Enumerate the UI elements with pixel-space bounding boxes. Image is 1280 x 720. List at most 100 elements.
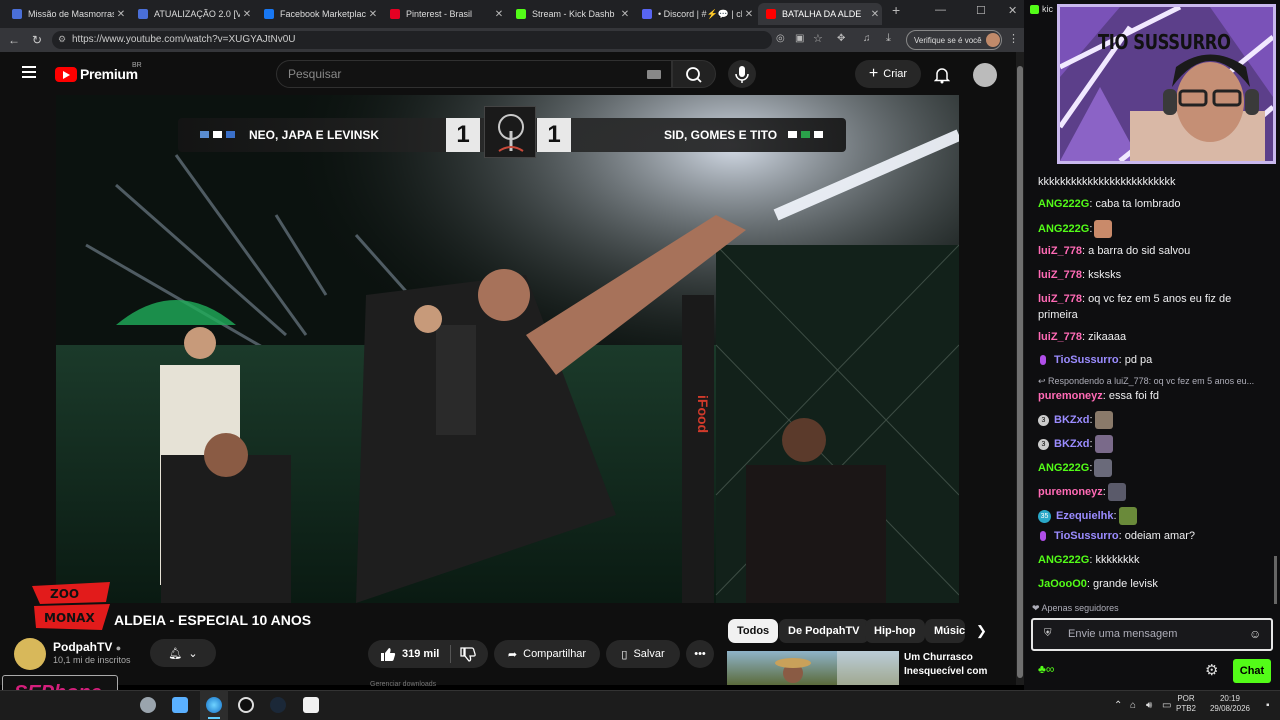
eye-off-icon[interactable]: ◎ bbox=[776, 33, 785, 44]
like-button[interactable]: 319 mil bbox=[380, 647, 439, 662]
network-icon[interactable]: ⌂ bbox=[1130, 700, 1136, 711]
tab-close-icon[interactable]: ✕ bbox=[114, 9, 128, 20]
search-button[interactable] bbox=[672, 60, 716, 88]
gear-icon[interactable]: ⚙ bbox=[1205, 661, 1218, 679]
tab-close-icon[interactable]: ✕ bbox=[492, 9, 506, 20]
channel-points-icon[interactable]: ♣∞ bbox=[1038, 662, 1054, 676]
youtube-logo-icon[interactable] bbox=[55, 67, 77, 82]
browser-tab[interactable]: Pinterest - Brasil ✕ bbox=[382, 3, 506, 25]
chat-username[interactable]: ANG222G bbox=[1038, 198, 1089, 210]
browser-tab[interactable]: Missão de Masmorras R✕ bbox=[4, 3, 128, 25]
followers-only-label: Apenas seguidores bbox=[1041, 603, 1119, 613]
emoji-icon[interactable]: ☺ bbox=[1249, 627, 1261, 641]
maximize-icon[interactable]: ☐ bbox=[976, 4, 986, 17]
volume-icon[interactable]: 🔊︎ bbox=[1146, 700, 1152, 711]
tab-close-icon[interactable]: ✕ bbox=[868, 9, 882, 20]
chevron-right-icon[interactable]: ❯ bbox=[976, 623, 987, 639]
new-tab-button[interactable]: + bbox=[892, 2, 900, 18]
verify-label: Verifique se é você bbox=[914, 35, 982, 45]
channel-name[interactable]: PodpahTV ● bbox=[53, 640, 121, 654]
keyboard-language[interactable]: POR PTB2 bbox=[1176, 694, 1196, 714]
reload-icon[interactable]: ↻ bbox=[32, 33, 42, 47]
chat-username[interactable]: TioSussurro bbox=[1054, 354, 1119, 366]
kick-tab-label[interactable]: kic bbox=[1042, 4, 1053, 14]
share-button[interactable]: ➦ Compartilhar bbox=[494, 640, 600, 668]
chat-username[interactable]: ANG222G bbox=[1038, 462, 1089, 474]
browser-tab[interactable]: Stream - Kick Dashb ✕ bbox=[508, 3, 632, 25]
chat-username[interactable]: Ezequielhk bbox=[1056, 510, 1113, 522]
taskbar-app-icon[interactable] bbox=[303, 697, 319, 713]
chat-username[interactable]: ANG222G bbox=[1038, 223, 1089, 235]
tab-close-icon[interactable]: ✕ bbox=[240, 9, 254, 20]
chat-username[interactable]: JaOooO0 bbox=[1038, 578, 1087, 590]
battery-icon[interactable]: ▭ bbox=[1162, 700, 1171, 711]
video-player[interactable]: iFood bbox=[56, 95, 959, 603]
notifications-button[interactable] bbox=[933, 66, 951, 89]
tab-close-icon[interactable]: ✕ bbox=[618, 9, 632, 20]
notification-center-icon[interactable]: ▪ bbox=[1266, 700, 1270, 711]
steam-icon[interactable] bbox=[270, 697, 286, 713]
taskbar-app-icon[interactable] bbox=[172, 697, 188, 713]
extensions-icon[interactable]: ✥ bbox=[837, 33, 845, 44]
media-icon[interactable]: ♫ bbox=[863, 33, 871, 44]
tab-favicon-icon bbox=[766, 9, 776, 19]
voice-search-button[interactable] bbox=[728, 60, 756, 88]
browser-tab[interactable]: • Discord | #⚡💬 | chat | ✕ bbox=[634, 3, 756, 25]
browser-tab[interactable]: ATUALIZAÇÃO 2.0 [VER/✕ bbox=[130, 3, 254, 25]
browser-tab[interactable]: Facebook Marketplace |✕ bbox=[256, 3, 380, 25]
create-button[interactable]: + Criar bbox=[855, 60, 921, 88]
channel-avatar[interactable] bbox=[14, 638, 46, 670]
chat-send-button[interactable]: Chat bbox=[1233, 659, 1271, 683]
chat-username[interactable]: luiZ_778 bbox=[1038, 269, 1082, 281]
tab-close-icon[interactable]: ✕ bbox=[366, 9, 380, 20]
dislike-button[interactable] bbox=[460, 647, 476, 667]
close-window-icon[interactable]: ✕ bbox=[1008, 4, 1017, 17]
chip-music[interactable]: Músic bbox=[925, 619, 965, 643]
chat-scrollbar[interactable] bbox=[1274, 556, 1277, 604]
obs-icon[interactable] bbox=[238, 697, 254, 713]
profile-avatar bbox=[985, 33, 1000, 47]
recommended-title[interactable]: Um Churrasco Inesquecível com bbox=[904, 651, 1008, 679]
account-avatar[interactable] bbox=[973, 63, 997, 87]
subscription-bell-button[interactable]: 🔔︎ ⌄ bbox=[150, 639, 216, 667]
recommended-thumbnail[interactable] bbox=[727, 651, 899, 685]
chat-username[interactable]: luiZ_778 bbox=[1038, 293, 1082, 305]
chevron-up-icon[interactable]: ⌃ bbox=[1114, 700, 1122, 711]
chat-username[interactable]: TioSussurro bbox=[1054, 530, 1119, 542]
chat-message: luiZ_778: zikaaaa bbox=[1038, 330, 1126, 344]
chip-all[interactable]: Todos bbox=[728, 619, 779, 643]
chat-username[interactable]: BKZxd bbox=[1054, 438, 1089, 450]
chat-username[interactable]: luiZ_778 bbox=[1038, 331, 1082, 343]
browser-menu-icon[interactable]: ⋮ bbox=[1008, 32, 1019, 45]
chat-username[interactable]: puremoneyz bbox=[1038, 486, 1103, 498]
page-scrollbar-thumb[interactable] bbox=[1017, 66, 1023, 678]
system-clock[interactable]: 20:19 29/08/2026 bbox=[1200, 694, 1260, 714]
site-info-icon[interactable]: ⚙ bbox=[58, 34, 66, 45]
chat-message: ANG222G: bbox=[1038, 220, 1113, 238]
chat-username[interactable]: BKZxd bbox=[1054, 414, 1089, 426]
youtube-premium-logo[interactable]: Premium bbox=[80, 66, 138, 82]
taskbar-app-icon[interactable] bbox=[140, 697, 156, 713]
install-icon[interactable]: ▣ bbox=[795, 33, 804, 44]
chat-username[interactable]: ANG222G bbox=[1038, 554, 1089, 566]
chip-hiphop[interactable]: Hip-hop bbox=[865, 619, 925, 643]
chat-username[interactable]: puremoneyz bbox=[1038, 390, 1103, 402]
minimize-icon[interactable]: — bbox=[935, 4, 946, 16]
url-text[interactable]: https://www.youtube.com/watch?v=XUGYAJtN… bbox=[72, 34, 296, 45]
browser-tab[interactable]: BATALHA DA ALDE ✕ bbox=[758, 3, 882, 25]
back-icon[interactable]: ← bbox=[8, 33, 20, 47]
download-icon[interactable]: ⤓ bbox=[886, 32, 891, 45]
more-actions-button[interactable]: ••• bbox=[686, 640, 714, 668]
clock-time: 20:19 bbox=[1219, 694, 1241, 703]
verify-identity-button[interactable]: Verifique se é você bbox=[906, 30, 1002, 50]
save-button[interactable]: ▯ Salvar bbox=[606, 640, 680, 668]
keyboard-icon[interactable] bbox=[647, 70, 661, 79]
subscriber-badge-icon: 3 bbox=[1038, 438, 1049, 450]
chip-podpahtv[interactable]: De PodpahTV bbox=[779, 619, 869, 643]
webcam-title: TIO SUSSURRO bbox=[1098, 30, 1231, 54]
tab-close-icon[interactable]: ✕ bbox=[742, 9, 756, 20]
edge-browser-icon[interactable] bbox=[206, 697, 222, 713]
chat-username[interactable]: luiZ_778 bbox=[1038, 245, 1082, 257]
bookmark-star-icon[interactable]: ☆ bbox=[813, 32, 823, 45]
menu-hamburger-icon[interactable] bbox=[22, 66, 36, 78]
